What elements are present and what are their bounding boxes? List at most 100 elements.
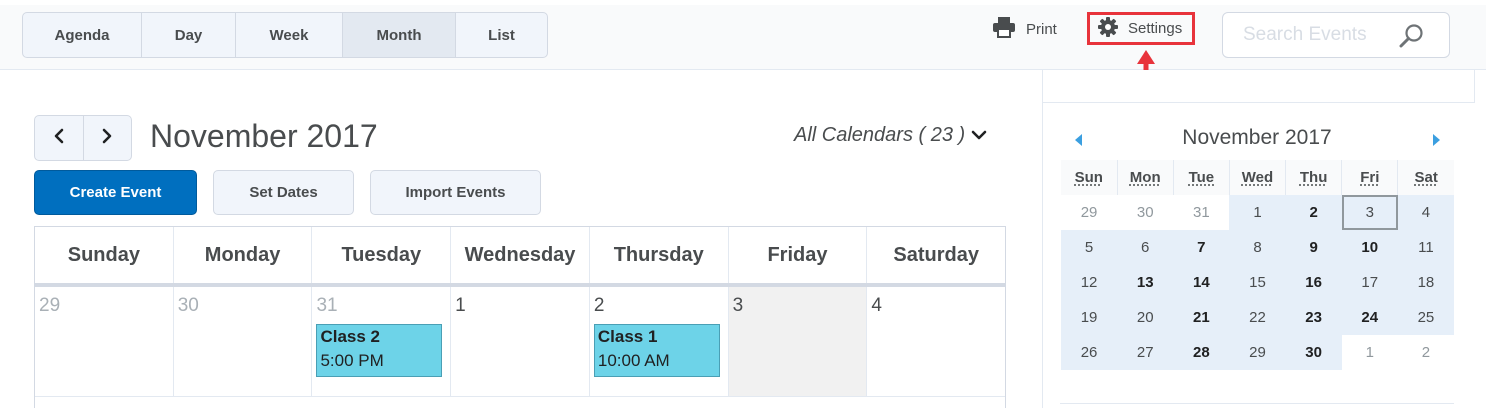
tab-week[interactable]: Week [236, 13, 343, 57]
mini-day[interactable]: 26 [1061, 335, 1118, 370]
mini-week-row: 26 27 28 29 30 1 2 [1061, 335, 1454, 370]
mini-weekday: Mon [1117, 160, 1174, 195]
calendar-filter-label: All Calendars ( 23 ) [794, 124, 966, 146]
mini-weekday: Fri [1341, 160, 1399, 195]
view-switcher: Agenda Day Week Month List [22, 12, 548, 58]
search-input[interactable] [1243, 23, 1393, 47]
mini-day[interactable]: 12 [1061, 265, 1118, 300]
tab-month[interactable]: Month [343, 13, 456, 57]
mini-day[interactable]: 3 [1341, 195, 1398, 230]
chevron-left-icon [53, 128, 65, 149]
chevron-down-icon [971, 124, 987, 147]
mini-day[interactable]: 1 [1229, 195, 1286, 230]
print-button[interactable]: Print [992, 16, 1057, 42]
sidebar-header [1043, 70, 1475, 103]
day-cell[interactable]: 29 [35, 287, 174, 396]
calendar-header-row: Sunday Monday Tuesday Wednesday Thursday… [35, 227, 1005, 287]
prev-month-button[interactable] [35, 116, 84, 160]
set-dates-button[interactable]: Set Dates [213, 170, 354, 215]
weekday-header: Friday [729, 227, 868, 283]
mini-weekday: Tue [1173, 160, 1230, 195]
event-time: 5:00 PM [320, 351, 384, 370]
mini-day[interactable]: 28 [1173, 335, 1230, 370]
mini-day[interactable]: 18 [1397, 265, 1454, 300]
mini-day[interactable]: 19 [1061, 300, 1118, 335]
event-title: Class 1 [597, 327, 658, 346]
day-number: 3 [732, 295, 744, 316]
weekday-header: Tuesday [312, 227, 452, 283]
mini-day[interactable]: 2 [1397, 335, 1454, 370]
calendar-filter-dropdown[interactable]: All Calendars ( 23 ) [794, 124, 987, 147]
mini-day[interactable]: 29 [1061, 195, 1118, 230]
tab-agenda[interactable]: Agenda [23, 13, 142, 57]
mini-day[interactable]: 13 [1117, 265, 1174, 300]
event-class-2[interactable]: Class 2 5:00 PM [316, 324, 443, 377]
day-cell[interactable]: 1 [451, 287, 590, 396]
day-cell[interactable]: 4 [867, 287, 1005, 396]
day-number: 4 [871, 295, 882, 316]
mini-day[interactable]: 5 [1061, 230, 1118, 265]
mini-day[interactable]: 25 [1397, 300, 1454, 335]
mini-day[interactable]: 7 [1173, 230, 1230, 265]
mini-day[interactable]: 17 [1341, 265, 1398, 300]
page-title: November 2017 [150, 118, 378, 154]
mini-day[interactable]: 24 [1341, 300, 1398, 335]
mini-weekday: Thu [1285, 160, 1343, 195]
settings-button[interactable]: Settings [1087, 12, 1195, 45]
weekday-header: Thursday [590, 227, 729, 283]
mini-day[interactable]: 21 [1173, 300, 1230, 335]
import-events-button[interactable]: Import Events [370, 170, 541, 215]
mini-day[interactable]: 27 [1117, 335, 1174, 370]
mini-week-row: 29 30 31 1 2 3 4 [1061, 195, 1454, 230]
day-cell[interactable]: 31 Class 2 5:00 PM [312, 287, 452, 396]
top-strip [0, 0, 1486, 5]
mini-day[interactable]: 30 [1285, 335, 1342, 370]
mini-day[interactable]: 14 [1173, 265, 1230, 300]
print-label: Print [1026, 20, 1057, 38]
tab-list[interactable]: List [456, 13, 547, 57]
triangle-right-icon[interactable] [1433, 134, 1440, 146]
chevron-right-icon [101, 128, 113, 149]
day-number: 2 [593, 295, 605, 316]
mini-calendar: Sun Mon Tue Wed Thu Fri Sat 29 30 31 1 2 3 4 5 6… [1061, 160, 1454, 370]
event-time: 10:00 AM [597, 351, 670, 370]
month-nav [34, 115, 132, 161]
mini-day[interactable]: 6 [1117, 230, 1174, 265]
mini-weekday: Sun [1061, 160, 1118, 195]
mini-day[interactable]: 22 [1229, 300, 1286, 335]
mini-day[interactable]: 1 [1341, 335, 1398, 370]
event-title: Class 2 [320, 327, 380, 346]
mini-day[interactable]: 4 [1397, 195, 1454, 230]
mini-weekday: Sat [1397, 160, 1454, 195]
day-cell[interactable]: 2 Class 1 10:00 AM [590, 287, 729, 396]
day-cell-today[interactable]: 3 [728, 287, 868, 396]
mini-day[interactable]: 11 [1397, 230, 1454, 265]
day-number: 30 [177, 295, 199, 316]
day-cell[interactable]: 30 [174, 287, 313, 396]
day-number: 1 [455, 295, 466, 316]
mini-day[interactable]: 15 [1229, 265, 1286, 300]
settings-label: Settings [1128, 20, 1183, 37]
mini-calendar-body: 29 30 31 1 2 3 4 5 6 7 8 9 10 11 12 13 14 15 16 17 18 19 20 21 2… [1061, 195, 1454, 370]
mini-day[interactable]: 9 [1285, 230, 1342, 265]
mini-day[interactable]: 20 [1117, 300, 1174, 335]
print-icon [992, 16, 1016, 42]
mini-day[interactable]: 2 [1285, 195, 1342, 230]
mini-day[interactable]: 31 [1173, 195, 1230, 230]
mini-day[interactable]: 29 [1229, 335, 1286, 370]
event-class-1[interactable]: Class 1 10:00 AM [593, 324, 720, 377]
search-icon[interactable] [1399, 23, 1425, 54]
mini-day[interactable]: 10 [1341, 230, 1398, 265]
mini-day[interactable]: 16 [1285, 265, 1342, 300]
create-event-button[interactable]: Create Event [34, 170, 197, 215]
weekday-header: Monday [174, 227, 313, 283]
mini-day[interactable]: 8 [1229, 230, 1286, 265]
next-month-button[interactable] [84, 116, 132, 160]
mini-weekday: Wed [1229, 160, 1287, 195]
mini-day[interactable]: 30 [1117, 195, 1174, 230]
sidebar-divider [1060, 403, 1454, 404]
mini-day[interactable]: 23 [1285, 300, 1342, 335]
mini-week-row: 12 13 14 15 16 17 18 [1061, 265, 1454, 300]
day-number: 29 [39, 295, 61, 316]
tab-day[interactable]: Day [142, 13, 236, 57]
